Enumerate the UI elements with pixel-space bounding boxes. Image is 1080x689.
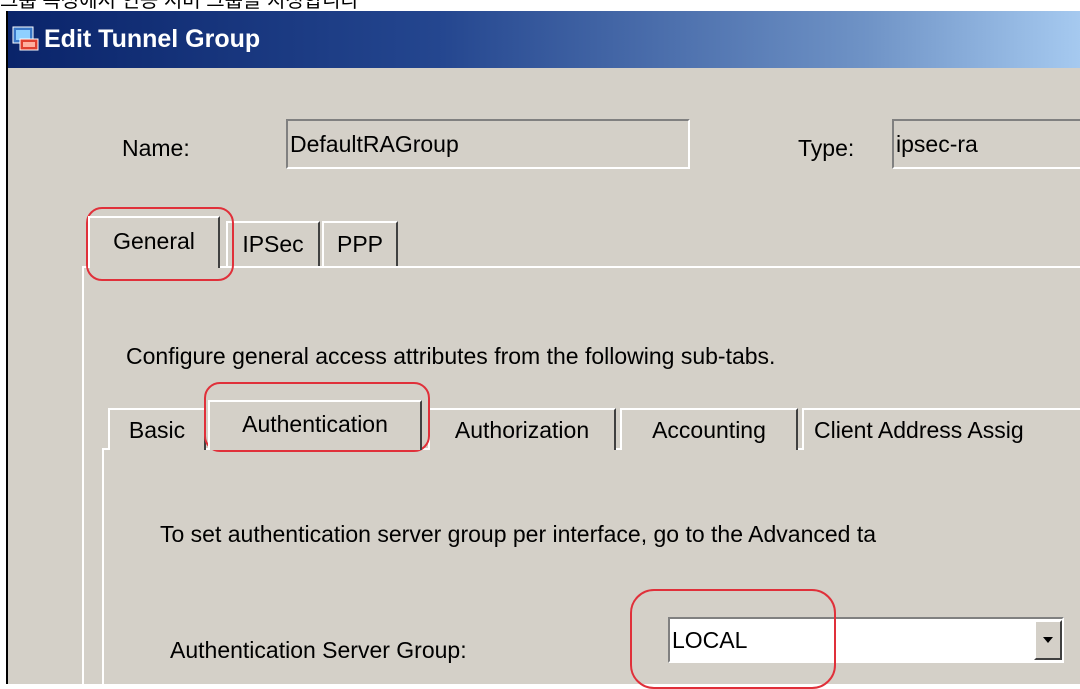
app-icon — [12, 26, 39, 51]
name-label: Name: — [122, 135, 190, 161]
type-field[interactable]: ipsec-ra — [892, 119, 1080, 169]
title-bar: Edit Tunnel Group — [8, 11, 1080, 68]
authentication-info-text: To set authentication server group per i… — [160, 521, 877, 547]
subtab-accounting[interactable]: Accounting — [620, 408, 798, 450]
auth-server-group-select[interactable]: LOCAL — [668, 617, 1064, 663]
subtab-client-address-assignment[interactable]: Client Address Assig — [802, 408, 1080, 450]
edit-tunnel-group-dialog: Edit Tunnel Group Name: DefaultRAGroup T… — [6, 11, 1080, 689]
auth-server-group-dropdown-button[interactable] — [1034, 620, 1062, 660]
general-panel-top-edge — [82, 266, 1080, 268]
tab-ppp[interactable]: PPP — [322, 221, 398, 266]
window-title: Edit Tunnel Group — [44, 25, 261, 53]
chevron-down-icon — [1043, 637, 1053, 643]
auth-server-group-label: Authentication Server Group: — [170, 637, 467, 663]
sub-panel-left-edge — [102, 448, 104, 684]
general-panel-left-edge — [82, 266, 84, 684]
subtab-authentication[interactable]: Authentication — [208, 400, 422, 450]
tab-ipsec[interactable]: IPSec — [226, 221, 320, 266]
general-description: Configure general access attributes from… — [126, 343, 776, 369]
subtab-authorization[interactable]: Authorization — [428, 408, 616, 450]
type-label: Type: — [798, 135, 855, 161]
subtab-basic[interactable]: Basic — [108, 408, 206, 450]
tab-general[interactable]: General — [88, 216, 220, 268]
name-field[interactable]: DefaultRAGroup — [286, 119, 690, 169]
